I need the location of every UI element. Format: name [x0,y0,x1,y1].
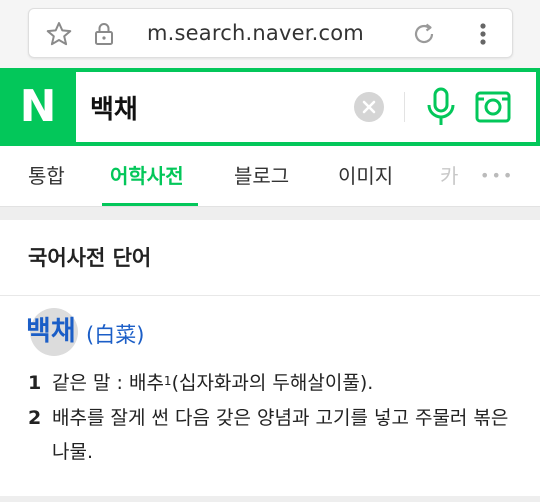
definition-number: 2 [28,407,42,429]
definition-text: 같은 말 : 배추1(십자화과의 두해살이풀). [52,366,532,400]
bottom-gap [0,496,540,502]
tab-blog[interactable]: 블로그 [234,146,289,206]
naver-search-bar: N 백채 [0,68,540,146]
url-text[interactable]: m.search.naver.com [147,21,364,45]
definition-text-after: (십자화과의 두해살이풀). [171,372,374,394]
naver-logo[interactable]: N [10,80,66,134]
definition-text: 배추를 잘게 썬 다음 갖은 양념과 고기를 넣고 주물러 볶은 나물. [52,407,509,463]
tab-image[interactable]: 이미지 [338,146,393,206]
address-bar[interactable]: m.search.naver.com [28,8,513,58]
more-vertical-icon[interactable] [473,19,493,49]
search-query[interactable]: 백채 [90,89,138,126]
clear-icon[interactable] [354,92,384,122]
entry-hanja-link[interactable]: (白菜) [86,319,144,349]
section-gap [0,206,540,220]
search-input[interactable]: 백채 [76,72,536,142]
entry-word-link[interactable]: 백채 [26,314,76,350]
smart-lens-icon[interactable] [474,88,512,126]
tab-dictionary[interactable]: 어학사전 [110,146,184,206]
divider [404,92,405,122]
divider [0,295,540,296]
dictionary-card: 국어사전 단어 백채 (白菜) 1 같은 말 : 배추1(십자화과의 두해살이풀… [0,220,540,502]
definition-number: 1 [28,372,42,394]
homonym-superscript: 1 [163,374,172,388]
bookmark-star-icon[interactable] [45,21,73,47]
microphone-icon[interactable] [424,86,458,128]
tab-partial[interactable]: 카 [440,146,458,206]
definition-text-before: 같은 말 : 배추 [52,372,164,394]
search-tabs: 통합 어학사전 블로그 이미지 카 ••• [0,146,540,206]
reload-icon[interactable] [410,20,438,48]
lock-icon [91,21,117,47]
entry-header: 백채 (白菜) [26,308,144,358]
more-tabs-icon[interactable]: ••• [480,146,514,206]
section-title: 국어사전 단어 [28,246,152,270]
tab-integrated[interactable]: 통합 [28,146,65,206]
browser-toolbar: m.search.naver.com [0,0,540,68]
